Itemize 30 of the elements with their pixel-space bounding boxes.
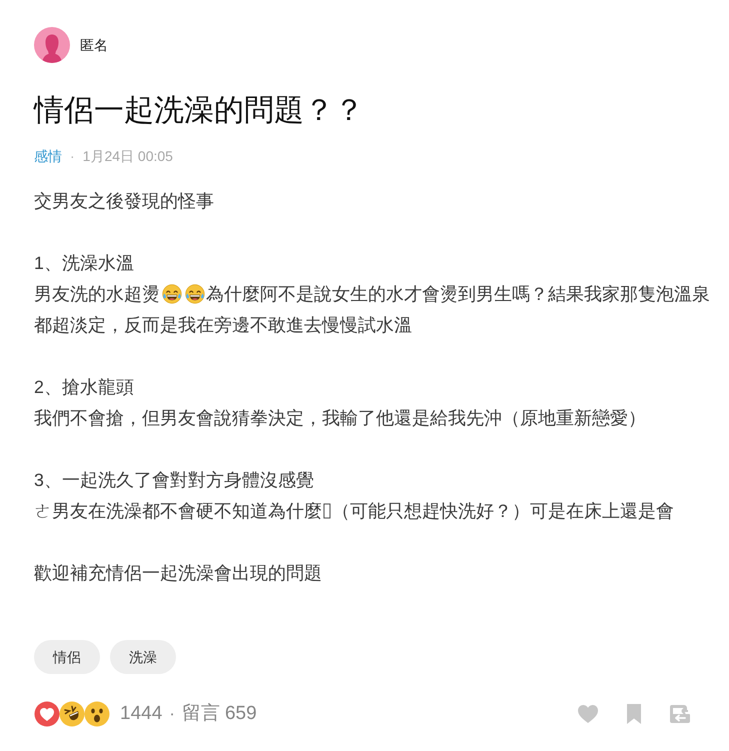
laughing-face-icon	[162, 284, 182, 304]
comment-count: 659	[224, 702, 257, 726]
body-text: 交男友之後發現的怪事	[34, 190, 214, 212]
repost-icon[interactable]	[668, 702, 692, 726]
body-text: 1、洗澡水溫	[34, 252, 134, 274]
post-time: 1月24日 00:05	[82, 147, 173, 166]
body-text: 歡迎補充情侶一起洗澡會出現的問題	[34, 562, 322, 584]
laughing-face-icon	[184, 284, 204, 304]
body-text: （可能只想趕快洗好？）可是在床上還是會	[332, 500, 674, 522]
surprised-face-icon	[84, 701, 110, 727]
body-text: 我們不會搶，但男友會說猜拳決定，我輸了他還是給我先沖（原地重新戀愛）	[34, 406, 646, 430]
separator-dot: ·	[169, 703, 175, 726]
heart-icon[interactable]	[576, 702, 600, 726]
author-name: 匿名	[80, 36, 108, 54]
body-text: 3、一起洗久了會對對方身體沒感覺	[34, 468, 314, 492]
heart-reaction-icon	[34, 701, 60, 727]
avatar-silhouette-icon[interactable]	[34, 27, 70, 63]
body-text: 男友洗的水超燙	[34, 282, 160, 306]
tag-chip[interactable]: 情侶	[34, 640, 100, 674]
comments-label: 留言	[182, 702, 220, 726]
post-title: 情侶一起洗澡的問題？？	[34, 93, 364, 129]
body-text: 為什麼阿不是說女生的水才會燙到男生嗎？結果我家那隻泡溫泉	[206, 282, 710, 306]
reaction-count: 1444	[120, 702, 162, 726]
body-text: 都超淡定，反而是我在旁邊不敢進去慢慢試水溫	[34, 314, 412, 336]
body-text: ㄜ男友在洗澡都不會硬不知道為什麼	[34, 500, 322, 522]
separator-dot: ·	[70, 147, 75, 166]
missing-glyph-icon	[323, 502, 331, 518]
tag-chip[interactable]: 洗澡	[110, 640, 176, 674]
body-text: 2、搶水龍頭	[34, 376, 134, 398]
laughing-face-icon	[59, 701, 85, 727]
